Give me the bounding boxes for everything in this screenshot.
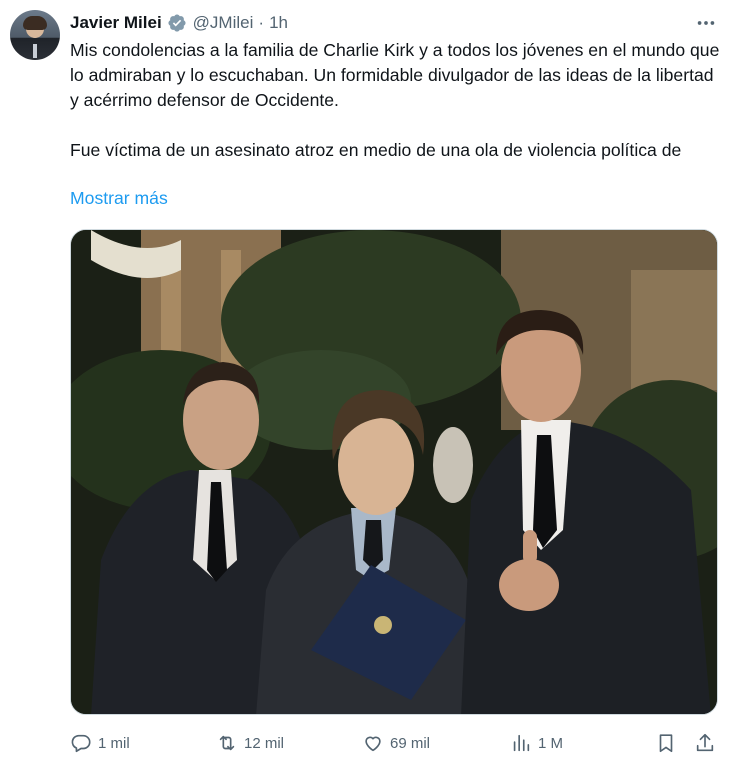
avatar-tie — [33, 44, 37, 58]
more-options-button[interactable] — [694, 12, 718, 34]
separator-dot: · — [258, 13, 265, 32]
tweet-photo[interactable] — [70, 229, 718, 715]
reply-icon — [71, 734, 91, 753]
share-button[interactable] — [694, 730, 716, 756]
retweet-icon — [219, 735, 235, 751]
tweet-card: Javier Milei @JMilei · 1h Mis condolenci… — [0, 0, 742, 763]
tweet-header: Javier Milei @JMilei · 1h — [70, 11, 288, 35]
bookmark-icon — [659, 734, 673, 753]
reply-count: 1 mil — [98, 734, 130, 752]
bookmark-button[interactable] — [655, 730, 677, 756]
retweet-count: 12 mil — [244, 734, 285, 752]
views-chart-icon — [513, 734, 530, 752]
action-bar: 1 mil 12 mil 69 mil 1 M — [70, 730, 720, 756]
heart-icon — [365, 736, 381, 752]
avatar[interactable] — [10, 10, 60, 60]
like-button[interactable]: 69 mil — [362, 730, 430, 756]
share-icon — [696, 733, 714, 752]
show-more-link[interactable]: Mostrar más — [70, 188, 168, 209]
views-count: 1 M — [538, 734, 564, 752]
author-name[interactable]: Javier Milei — [70, 13, 162, 33]
tweet-paragraph-2: Fue víctima de un asesinato atroz en med… — [70, 140, 682, 160]
reply-button[interactable]: 1 mil — [70, 730, 130, 756]
verified-badge-icon[interactable] — [167, 13, 187, 33]
avatar-hair — [23, 16, 47, 30]
tweet-time[interactable]: 1h — [269, 13, 288, 33]
more-dots-icon — [697, 21, 715, 25]
tweet-text: Mis condolencias a la familia de Charlie… — [70, 38, 720, 163]
retweet-button[interactable]: 12 mil — [216, 730, 284, 756]
views-button[interactable]: 1 M — [510, 730, 563, 756]
like-count: 69 mil — [390, 734, 431, 752]
tweet-paragraph-1: Mis condolencias a la familia de Charlie… — [70, 40, 720, 110]
photo-illustration — [71, 230, 717, 714]
author-handle[interactable]: @JMilei — [193, 13, 254, 33]
